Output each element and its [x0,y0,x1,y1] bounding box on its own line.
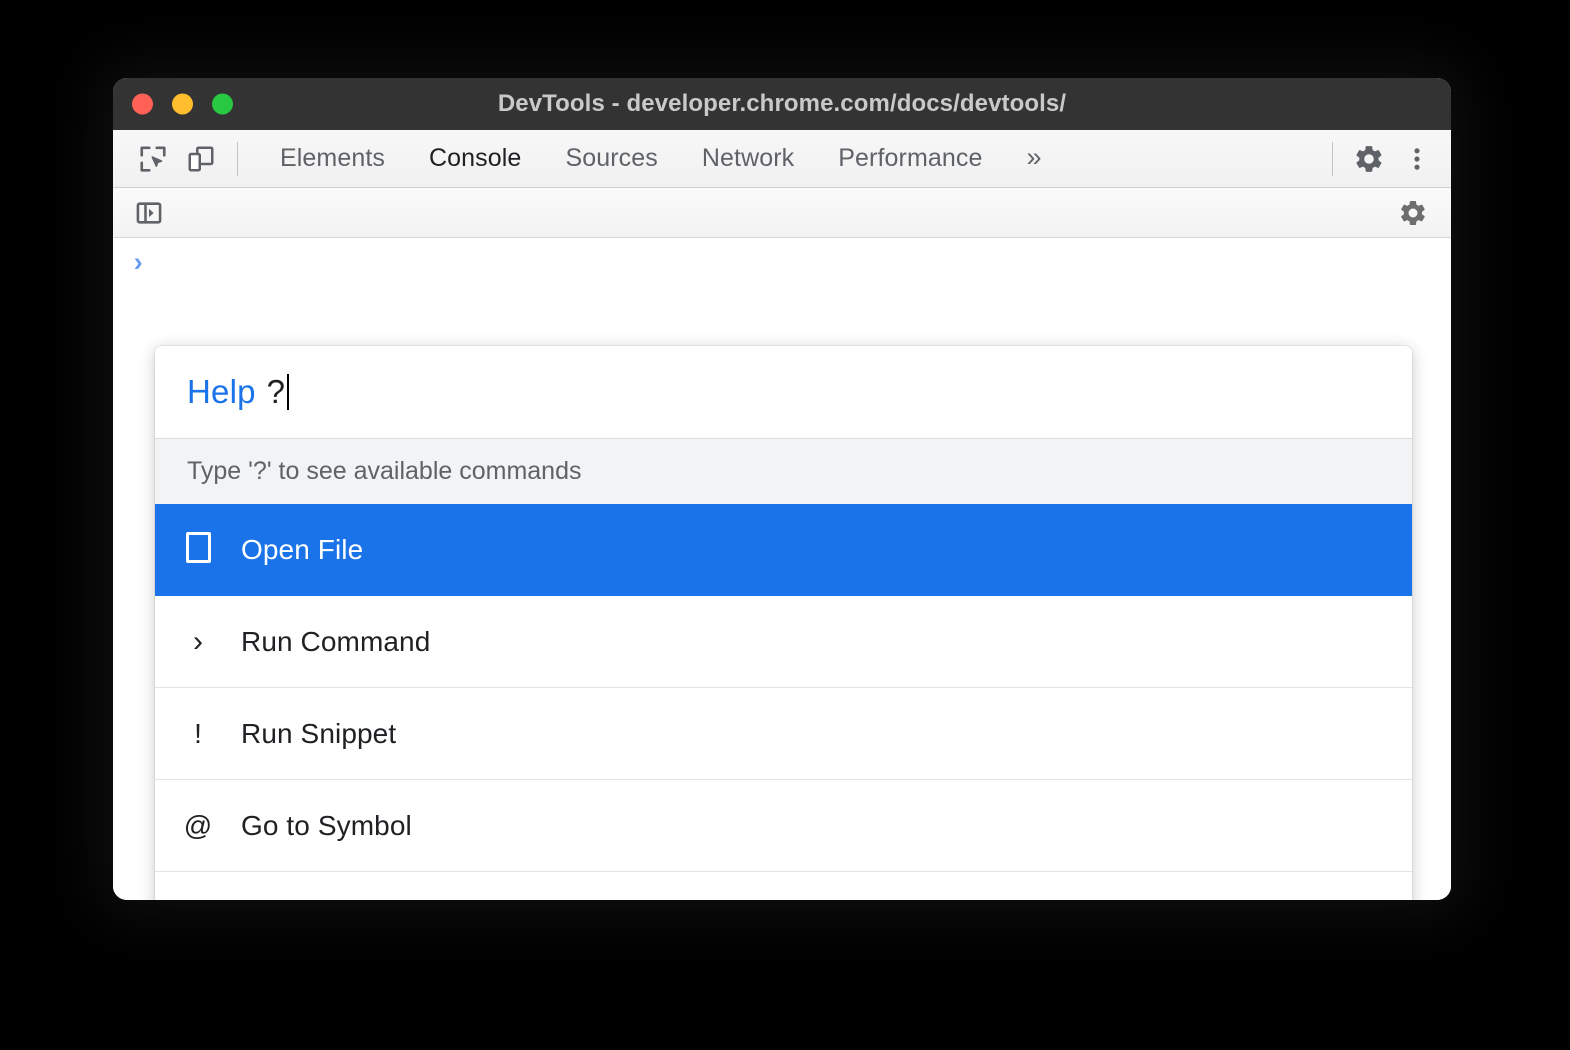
screen: DevTools - developer.chrome.com/docs/dev… [0,0,1570,1050]
window-title: DevTools - developer.chrome.com/docs/dev… [498,90,1066,118]
list-item[interactable]: : Go to Line [155,872,1412,900]
console-sidebar-toggle-button[interactable] [125,191,173,235]
console-settings-button[interactable] [1389,191,1437,235]
exclamation-icon: ! [155,720,241,748]
minimize-button[interactable] [172,94,193,115]
inspect-element-icon [138,144,168,174]
window-titlebar: DevTools - developer.chrome.com/docs/dev… [113,78,1451,130]
inspect-element-button[interactable] [129,137,177,181]
more-tabs-icon[interactable]: » [1004,144,1063,171]
list-item[interactable]: ! Run Snippet [155,688,1412,780]
command-palette-input[interactable]: Help ? [155,346,1412,438]
panel-tabs: Elements Console Sources Network Perform… [258,138,1064,179]
list-item-label: Go to Symbol [241,810,412,842]
console-output-area[interactable]: › Help ? Type '?' to see available comma… [113,238,1451,900]
device-toolbar-icon [186,144,216,174]
console-panel: › Help ? Type '?' to see available comma… [113,188,1451,900]
tab-performance[interactable]: Performance [816,138,1004,179]
tab-elements[interactable]: Elements [258,138,407,179]
list-item[interactable]: › Run Command [155,596,1412,688]
devtools-window: DevTools - developer.chrome.com/docs/dev… [113,78,1451,900]
at-sign-icon: @ [155,812,241,840]
console-prompt-icon: › [130,252,146,279]
close-button[interactable] [132,94,153,115]
toolbar-divider-right [1332,142,1333,176]
main-menu-button[interactable] [1393,137,1441,181]
gear-icon [1353,143,1385,175]
list-item[interactable]: @ Go to Symbol [155,780,1412,872]
toolbar-divider [237,142,238,176]
gear-icon [1398,198,1428,228]
command-palette-dialog: Help ? Type '?' to see available command… [155,346,1412,900]
console-toolbar [113,188,1451,238]
command-palette-hint: Type '?' to see available commands [155,438,1412,504]
list-item[interactable]: Open File [155,504,1412,596]
file-icon [155,532,241,568]
device-toolbar-button[interactable] [177,137,225,181]
text-caret [287,374,289,410]
devtools-toolbar: Elements Console Sources Network Perform… [113,130,1451,188]
maximize-button[interactable] [212,94,233,115]
toolbar-right-actions [1320,130,1441,187]
command-palette-list: Open File › Run Command ! Run Snippet @ [155,504,1412,900]
tab-sources[interactable]: Sources [543,138,679,179]
tab-console[interactable]: Console [407,138,543,179]
show-console-sidebar-icon [135,199,163,227]
list-item-label: Run Snippet [241,718,396,750]
query-prefix-label: Help [187,373,256,411]
tab-network[interactable]: Network [680,138,816,179]
query-text: ? [267,373,286,411]
more-vertical-icon [1403,145,1431,173]
list-item-label: Open File [241,534,363,566]
chevron-right-icon: › [155,627,241,657]
list-item-label: Run Command [241,626,430,658]
settings-button[interactable] [1345,137,1393,181]
window-controls [132,94,233,115]
